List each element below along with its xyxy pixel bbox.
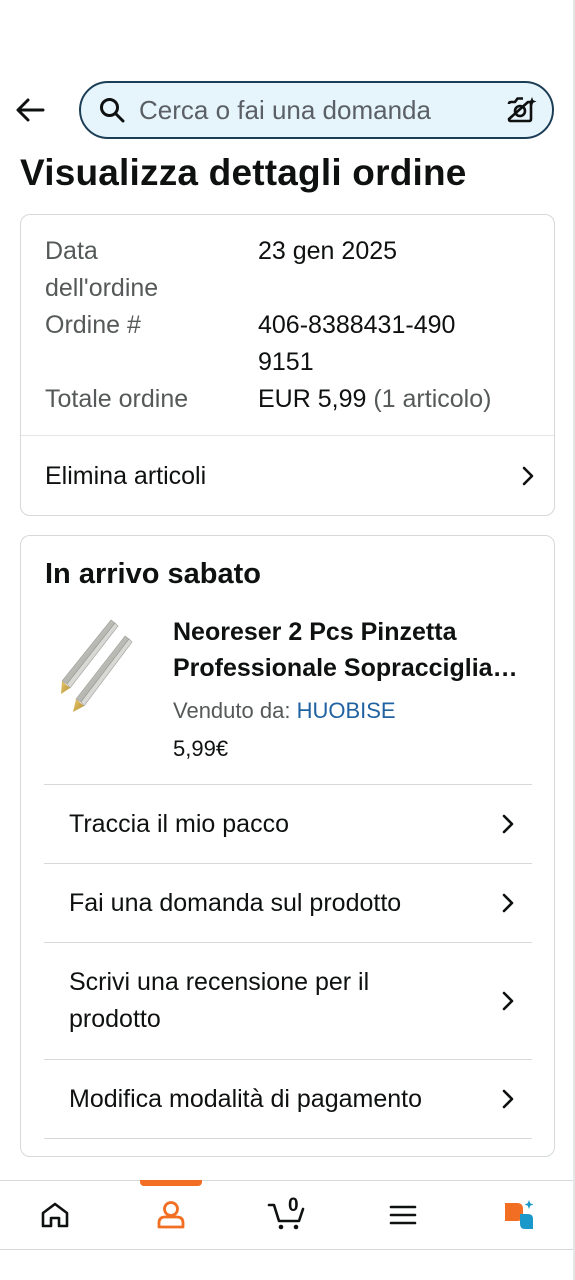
chevron-right-icon [498, 810, 518, 838]
track-package-label: Traccia il mio pacco [69, 809, 289, 838]
delete-items-label: Elimina articoli [45, 461, 207, 490]
menu-icon [389, 1205, 417, 1225]
delete-items-row[interactable]: Elimina articoli [45, 436, 538, 516]
order-date-value: 23 gen 2025 [258, 237, 398, 265]
delivery-card: In arrivo sabato Neoreser 2 Pcs Pinzetta… [20, 535, 555, 1157]
actions-divider [44, 1138, 532, 1139]
cart-icon [267, 1203, 305, 1230]
ask-product-question-button[interactable]: Fai una domanda sul prodotto [44, 863, 532, 942]
page-title: Visualizza dettagli ordine [20, 152, 467, 193]
seller-link[interactable]: HUOBISE [297, 698, 396, 723]
search-bar[interactable] [79, 81, 554, 139]
search-input[interactable] [139, 90, 504, 130]
account-icon [157, 1201, 185, 1229]
chevron-right-icon [498, 987, 518, 1015]
order-total-value-wrap: EUR 5,99 (1 articolo) [258, 381, 548, 418]
delivery-heading: In arrivo sabato [45, 558, 261, 590]
cart-count-badge: 0 [288, 1195, 299, 1216]
order-total-row: Totale ordine EUR 5,99 (1 articolo) [45, 381, 535, 418]
product-tweezers-image[interactable] [53, 616, 133, 716]
change-payment-method-label: Modifica modalità di pagamento [69, 1084, 422, 1113]
product-price: 5,99€ [173, 736, 229, 761]
camera-search-icon[interactable] [504, 92, 540, 128]
assistant-icon [505, 1200, 534, 1229]
change-payment-method-button[interactable]: Modifica modalità di pagamento [44, 1059, 532, 1138]
nav-account[interactable] [131, 1181, 211, 1249]
chevron-right-icon [518, 462, 538, 490]
order-item-count: (1 articolo) [373, 385, 492, 413]
back-button[interactable] [12, 92, 48, 128]
order-total-value: EUR 5,99 [258, 385, 367, 413]
seller-label: Venduto da: [173, 698, 291, 723]
chevron-right-icon [498, 889, 518, 917]
order-number-row: Ordine # 406-8388431-4909151 [45, 307, 535, 381]
chevron-right-icon [498, 1085, 518, 1113]
write-review-label: Scrivi una recensione per il prodotto [69, 968, 370, 1033]
order-number-label: Ordine # [45, 311, 141, 339]
ask-product-question-label: Fai una domanda sul prodotto [69, 888, 402, 917]
track-package-button[interactable]: Traccia il mio pacco [44, 784, 532, 863]
nav-assistant[interactable] [479, 1181, 559, 1249]
product-title[interactable]: Neoreser 2 Pcs Pinzetta Professionale So… [173, 614, 523, 686]
home-icon [41, 1202, 69, 1228]
order-date-row: Data dell'ordine 23 gen 2025 [45, 233, 535, 307]
seller-info: Venduto da: HUOBISE [173, 698, 396, 724]
write-review-button[interactable]: Scrivi una recensione per il prodotto [44, 942, 532, 1059]
order-total-label: Totale ordine [45, 385, 189, 413]
order-summary-card: Data dell'ordine 23 gen 2025 Ordine # 40… [20, 214, 555, 516]
search-icon [97, 95, 127, 125]
nav-menu[interactable] [363, 1181, 443, 1249]
nav-home[interactable] [15, 1181, 95, 1249]
nav-cart[interactable]: 0 [247, 1181, 327, 1249]
bottom-navigation: 0 [0, 1180, 573, 1250]
order-number-value: 406-8388431-4909151 [258, 311, 456, 376]
back-arrow-icon [16, 98, 45, 122]
order-date-label: Data dell'ordine [45, 237, 159, 302]
